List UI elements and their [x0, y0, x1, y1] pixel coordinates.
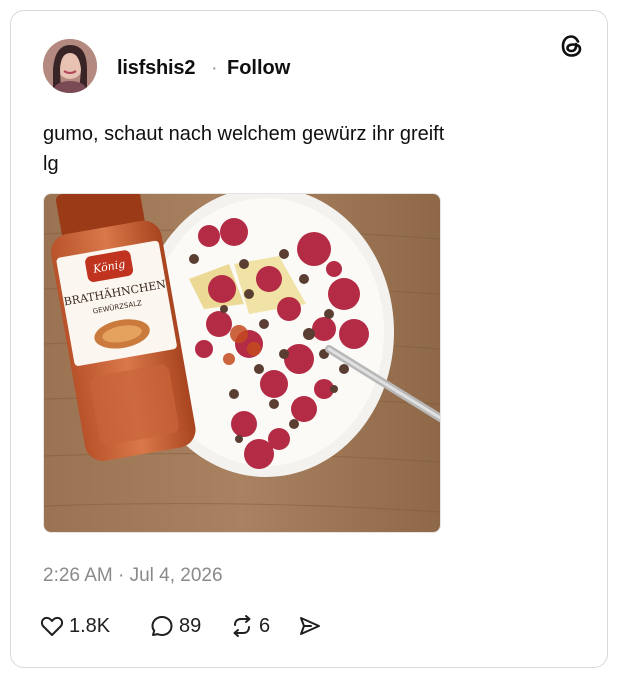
- reply-button[interactable]: 89: [149, 611, 201, 641]
- share-icon: [300, 617, 320, 635]
- comment-icon: [151, 616, 173, 636]
- post-card: lisfshis2 · Follow gumo, schaut nach wel…: [10, 10, 608, 668]
- like-button[interactable]: 1.8K: [39, 611, 110, 641]
- like-count: 1.8K: [69, 614, 111, 637]
- username[interactable]: lisfshis2: [117, 57, 195, 80]
- repost-button[interactable]: 6: [229, 611, 270, 641]
- follow-button[interactable]: Follow: [227, 57, 290, 80]
- timestamp[interactable]: 2:26 AM · Jul 4, 2026: [43, 565, 223, 587]
- threads-logo-icon[interactable]: [557, 31, 587, 61]
- separator-dot: ·: [211, 57, 218, 79]
- avatar[interactable]: [43, 39, 97, 93]
- repost-count: 6: [259, 614, 271, 637]
- post-text: gumo, schaut nach welchem gewürz ihr gre…: [43, 123, 445, 175]
- post-photo[interactable]: König BRATHÄHNCHEN GEWÜRZSALZ: [43, 193, 441, 533]
- share-button[interactable]: [297, 611, 323, 641]
- heart-icon: [40, 616, 64, 636]
- repost-icon: [233, 615, 251, 637]
- reply-count: 89: [179, 614, 202, 637]
